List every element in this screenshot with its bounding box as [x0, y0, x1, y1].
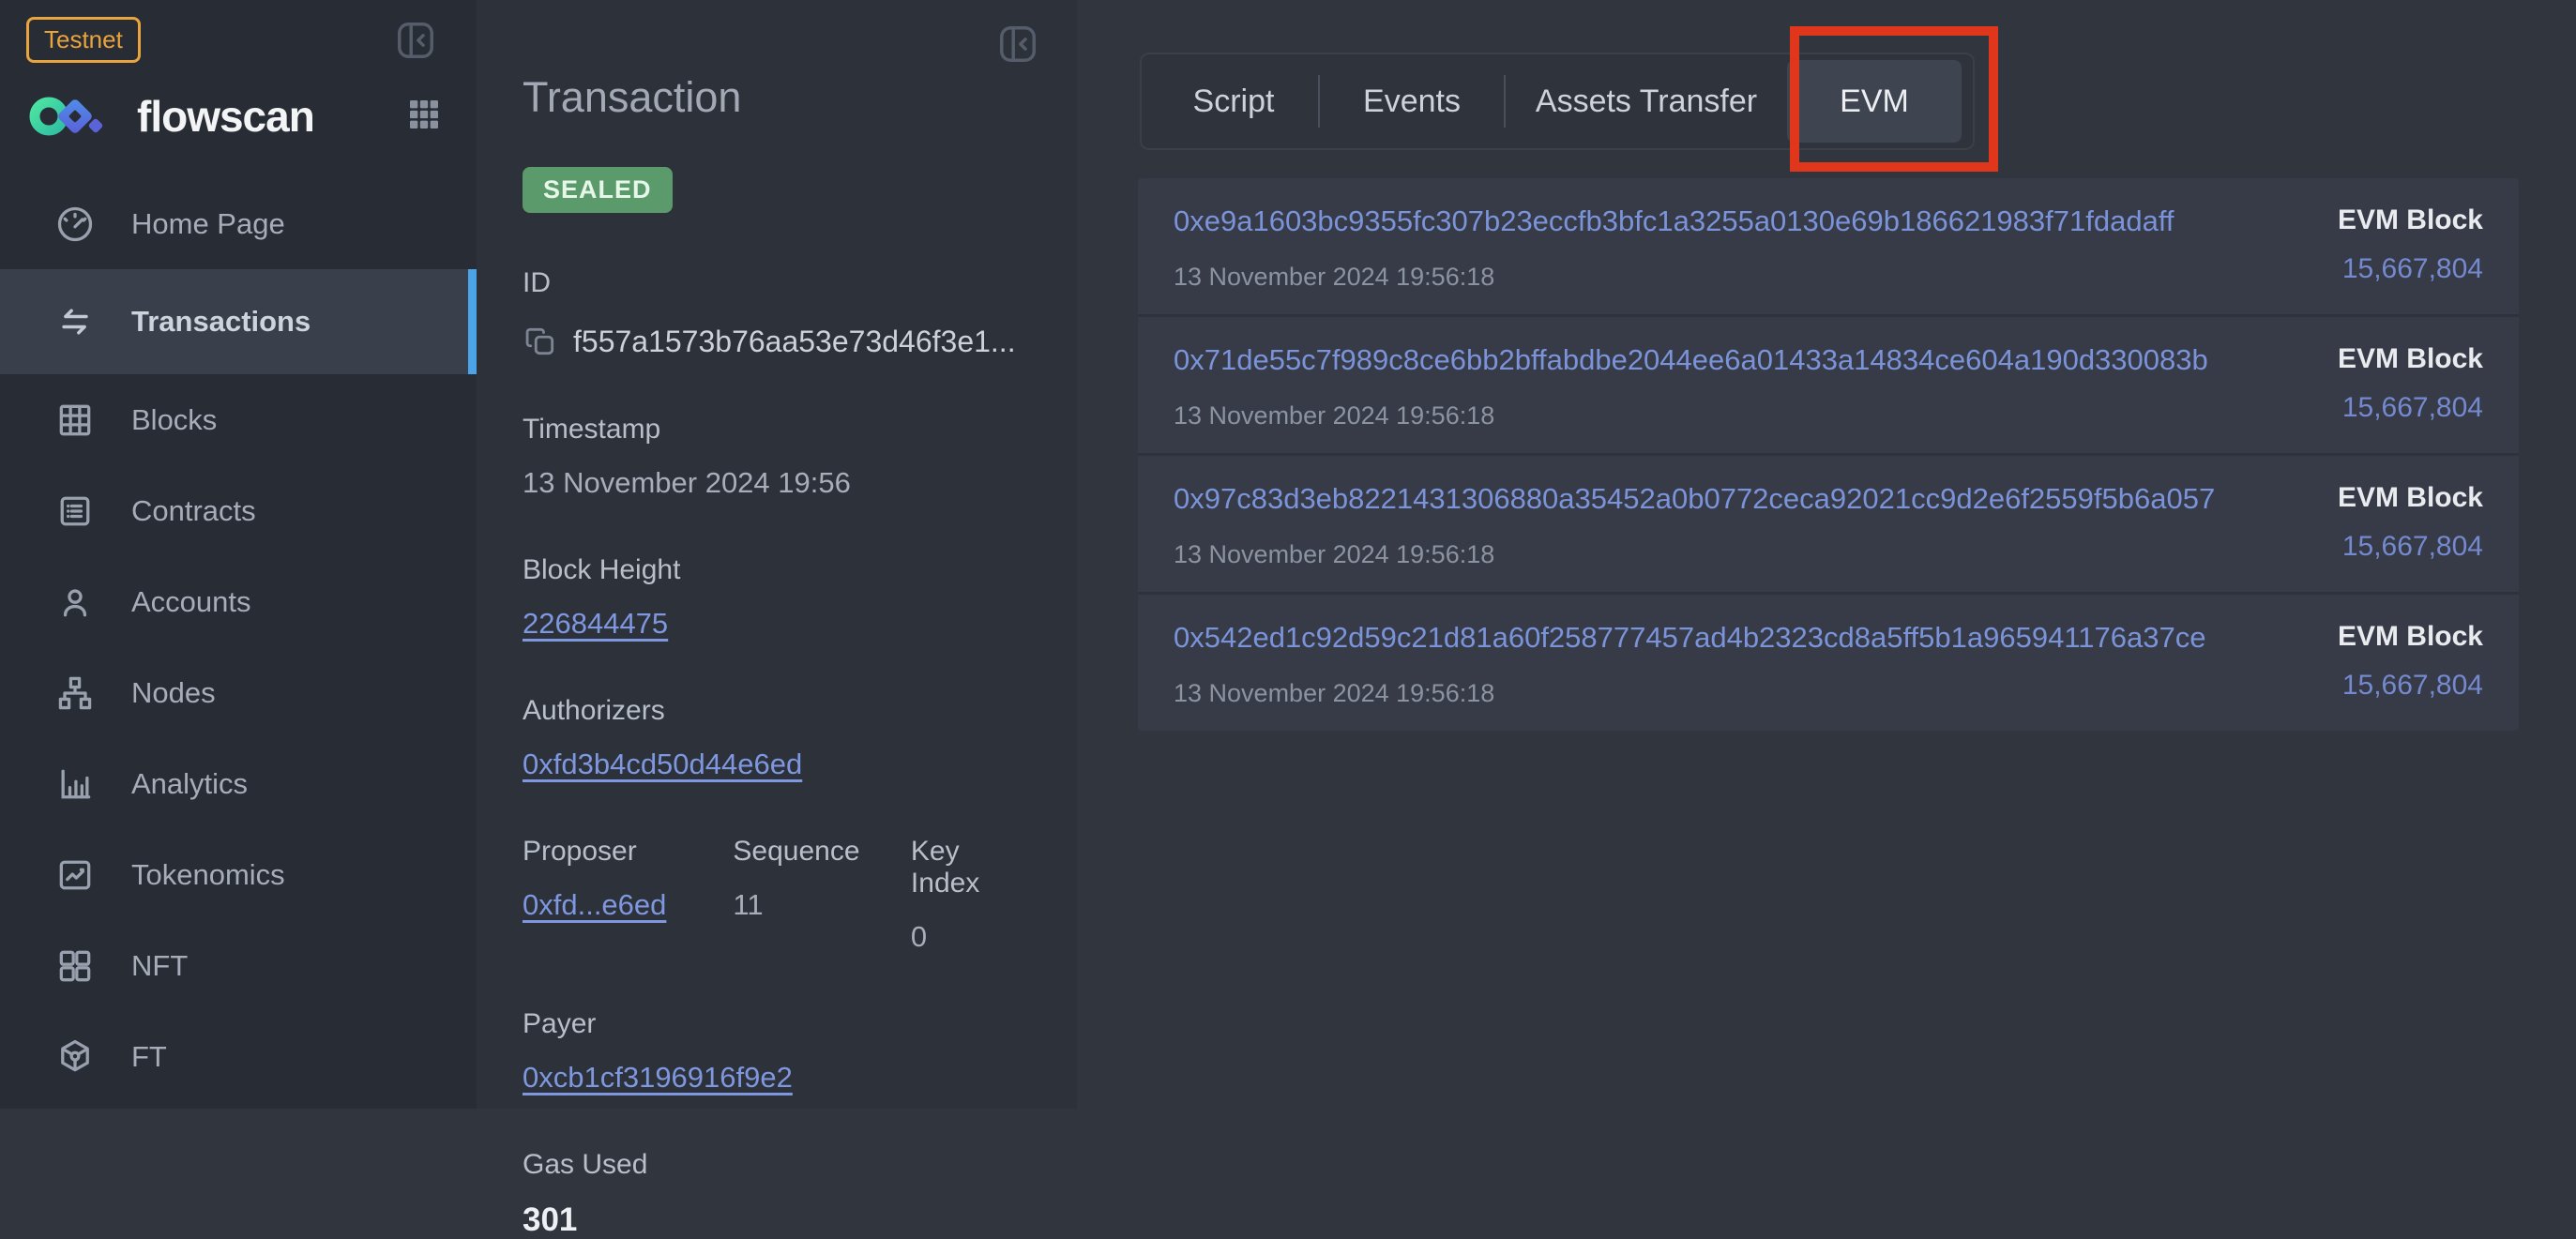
main-content: Script Events Assets Transfer EVM 0xe9a1…	[1077, 0, 2576, 1109]
evm-tx-timestamp: 13 November 2024 19:56:18	[1174, 401, 2208, 431]
tab-assets-transfer[interactable]: Assets Transfer	[1506, 60, 1787, 143]
sidebar-item-transactions[interactable]: Transactions	[0, 269, 477, 374]
proposer-link[interactable]: 0xfd...e6ed	[523, 888, 666, 921]
transaction-id-value: f557a1573b76aa53e73d46f3e1...	[573, 325, 1016, 359]
block-height-label: Block Height	[523, 554, 1036, 586]
sidebar-item-analytics[interactable]: Analytics	[0, 738, 477, 829]
transaction-tabs: Script Events Assets Transfer EVM	[1140, 53, 1975, 150]
tab-events[interactable]: Events	[1320, 60, 1504, 143]
authorizers-label: Authorizers	[523, 695, 1036, 727]
person-icon	[54, 582, 96, 623]
timestamp-label: Timestamp	[523, 414, 1036, 446]
speedometer-icon	[54, 204, 96, 245]
sidebar-item-label: Home Page	[131, 207, 285, 241]
proposer-label: Proposer	[523, 836, 733, 868]
flowscan-logo-icon[interactable]	[26, 86, 116, 146]
timestamp-value: 13 November 2024 19:56	[523, 466, 1036, 500]
sidebar-item-nft[interactable]: NFT	[0, 920, 477, 1011]
sidebar-item-label: Contracts	[131, 494, 256, 528]
apps-grid-icon	[405, 96, 443, 133]
apps-menu-button[interactable]	[405, 96, 443, 138]
sidebar-item-tokenomics[interactable]: Tokenomics	[0, 829, 477, 920]
copy-icon[interactable]	[523, 324, 558, 359]
bar-chart-icon	[54, 763, 96, 805]
sequence-value: 11	[733, 888, 911, 922]
evm-block-label: EVM Block	[2338, 621, 2483, 653]
collapse-panel-icon	[996, 23, 1039, 66]
evm-block-label: EVM Block	[2338, 343, 2483, 375]
evm-block-number-link[interactable]: 15,667,804	[2342, 392, 2483, 424]
evm-block-label: EVM Block	[2338, 204, 2483, 236]
sidebar-collapse-button[interactable]	[394, 19, 437, 67]
list-box-icon	[54, 491, 96, 532]
evm-transaction-row: 0x71de55c7f989c8ce6bb2bffabdbe2044ee6a01…	[1138, 317, 2519, 453]
sidebar-item-nodes[interactable]: Nodes	[0, 647, 477, 738]
evm-tx-timestamp: 13 November 2024 19:56:18	[1174, 263, 2174, 292]
network-badge: Testnet	[26, 17, 141, 63]
tab-script[interactable]: Script	[1149, 60, 1318, 143]
gas-used-label: Gas Used	[523, 1149, 1036, 1181]
brand-row: flowscan	[26, 79, 443, 154]
evm-transaction-row: 0x97c83d3eb8221431306880a35452a0b0772cec…	[1138, 456, 2519, 592]
sidebar-item-label: Transactions	[131, 305, 311, 339]
key-index-value: 0	[911, 920, 1036, 954]
id-label: ID	[523, 267, 1036, 299]
tab-evm[interactable]: EVM	[1787, 60, 1962, 143]
sidebar-item-contracts[interactable]: Contracts	[0, 465, 477, 556]
page-title: Transaction	[523, 73, 1036, 122]
payer-link[interactable]: 0xcb1cf3196916f9e2	[523, 1061, 793, 1094]
sidebar-nav: Home Page Transactions	[0, 178, 477, 1102]
block-height-link[interactable]: 226844475	[523, 607, 668, 640]
evm-transaction-row: 0xe9a1603bc9355fc307b23eccfb3bfc1a3255a0…	[1138, 178, 2519, 314]
flowscan-transaction-page: Testnet	[0, 0, 2576, 1109]
sidebar-item-home-page[interactable]: Home Page	[0, 178, 477, 269]
authorizers-link[interactable]: 0xfd3b4cd50d44e6ed	[523, 748, 802, 780]
sidebar: Testnet	[0, 0, 477, 1109]
evm-tx-timestamp: 13 November 2024 19:56:18	[1174, 679, 2205, 708]
evm-transaction-row: 0x542ed1c92d59c21d81a60f258777457ad4b232…	[1138, 595, 2519, 731]
key-index-label: Key Index	[911, 836, 1036, 899]
evm-block-number-link[interactable]: 15,667,804	[2342, 531, 2483, 563]
sidebar-item-blocks[interactable]: Blocks	[0, 374, 477, 465]
evm-tx-timestamp: 13 November 2024 19:56:18	[1174, 540, 2215, 569]
evm-tx-hash-link[interactable]: 0xe9a1603bc9355fc307b23eccfb3bfc1a3255a0…	[1174, 204, 2174, 238]
sidebar-item-label: NFT	[131, 949, 188, 983]
sidebar-item-label: Accounts	[131, 585, 251, 619]
transfer-arrows-icon	[54, 301, 96, 342]
evm-block-number-link[interactable]: 15,667,804	[2342, 253, 2483, 285]
evm-tx-hash-link[interactable]: 0x542ed1c92d59c21d81a60f258777457ad4b232…	[1174, 621, 2205, 655]
sidebar-item-label: Blocks	[131, 403, 217, 437]
network-icon	[54, 672, 96, 714]
cube-icon	[54, 1036, 96, 1078]
sequence-label: Sequence	[733, 836, 911, 868]
sidebar-item-ft[interactable]: FT	[0, 1011, 477, 1102]
sidebar-item-accounts[interactable]: Accounts	[0, 556, 477, 647]
evm-tx-hash-link[interactable]: 0x71de55c7f989c8ce6bb2bffabdbe2044ee6a01…	[1174, 343, 2208, 377]
panel-collapse-button[interactable]	[996, 23, 1039, 70]
sidebar-item-label: Tokenomics	[131, 858, 285, 892]
sidebar-item-label: Analytics	[131, 767, 248, 801]
collapse-panel-icon	[394, 19, 437, 62]
evm-transactions-list: 0xe9a1603bc9355fc307b23eccfb3bfc1a3255a0…	[1138, 178, 2519, 731]
evm-block-label: EVM Block	[2338, 482, 2483, 514]
gas-used-value: 301	[523, 1201, 1036, 1239]
sidebar-item-label: FT	[131, 1040, 167, 1074]
evm-block-number-link[interactable]: 15,667,804	[2342, 670, 2483, 702]
table-grid-icon	[54, 400, 96, 441]
line-chart-icon	[54, 854, 96, 896]
evm-tx-hash-link[interactable]: 0x97c83d3eb8221431306880a35452a0b0772cec…	[1174, 482, 2215, 516]
status-badge: SEALED	[523, 167, 673, 213]
four-squares-icon	[54, 945, 96, 987]
transaction-detail-panel: Transaction SEALED ID f557a1573b76aa53e7…	[477, 0, 1077, 1109]
payer-label: Payer	[523, 1008, 1036, 1040]
brand-name[interactable]: flowscan	[137, 91, 314, 142]
sidebar-item-label: Nodes	[131, 676, 216, 710]
